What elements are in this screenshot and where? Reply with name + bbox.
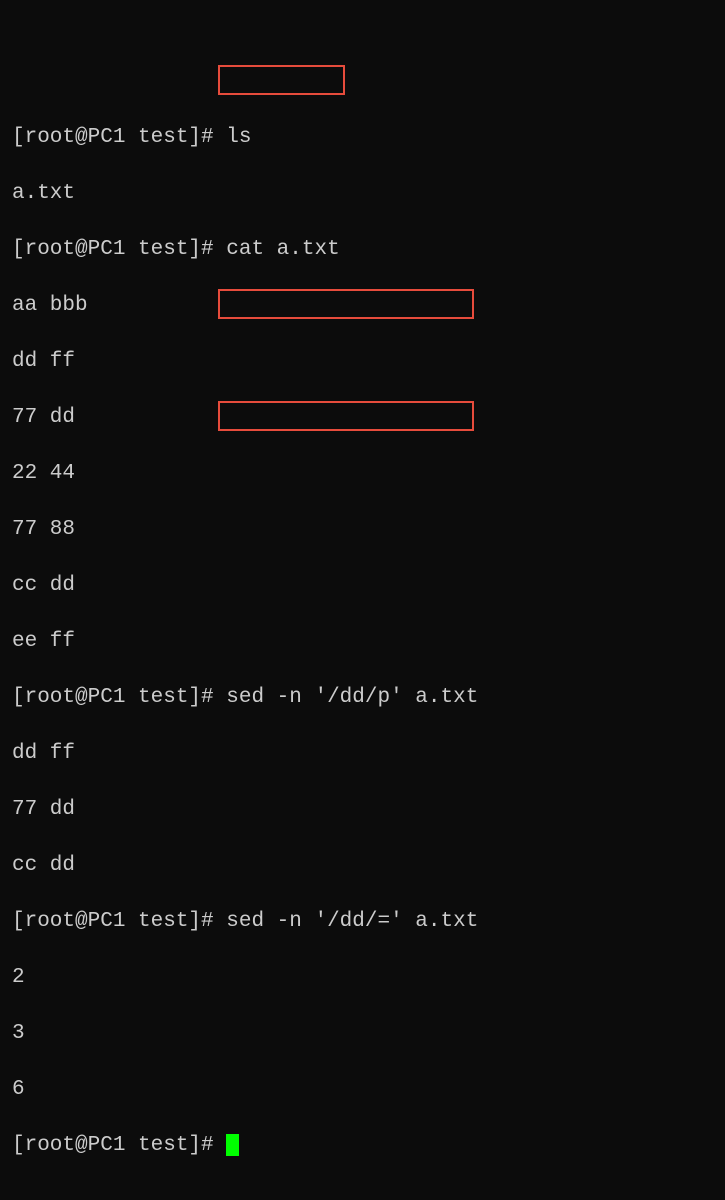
cat-output-line: cc dd [12, 572, 713, 600]
prompt: [root@PC1 test]# [12, 1134, 226, 1157]
prompt: [root@PC1 test]# [12, 910, 226, 933]
sed-eq-output-line: 6 [12, 1076, 713, 1104]
command-ls: ls [226, 126, 251, 149]
prompt-line-4: [root@PC1 test]# sed -n '/dd/=' a.txt [12, 908, 713, 936]
cat-output-line: aa bbb [12, 292, 713, 320]
highlight-box-cat [218, 65, 345, 95]
prompt-line-5[interactable]: [root@PC1 test]# [12, 1132, 713, 1160]
cat-output-line: 22 44 [12, 460, 713, 488]
prompt-line-3: [root@PC1 test]# sed -n '/dd/p' a.txt [12, 684, 713, 712]
sed-eq-output-line: 3 [12, 1020, 713, 1048]
cat-output-line: 77 88 [12, 516, 713, 544]
prompt: [root@PC1 test]# [12, 126, 226, 149]
prompt-line-2: [root@PC1 test]# cat a.txt [12, 236, 713, 264]
cursor-block [226, 1134, 239, 1156]
output-ls: a.txt [12, 180, 713, 208]
cat-output-line: ee ff [12, 628, 713, 656]
command-cat: cat a.txt [226, 238, 339, 261]
sed-eq-output-line: 2 [12, 964, 713, 992]
cat-output-line: dd ff [12, 348, 713, 376]
prompt: [root@PC1 test]# [12, 238, 226, 261]
sed-p-output-line: cc dd [12, 852, 713, 880]
command-sed-p: sed -n '/dd/p' a.txt [226, 686, 478, 709]
prompt: [root@PC1 test]# [12, 686, 226, 709]
sed-p-output-line: dd ff [12, 740, 713, 768]
prompt-line-1: [root@PC1 test]# ls [12, 124, 713, 152]
command-sed-eq: sed -n '/dd/=' a.txt [226, 910, 478, 933]
sed-p-output-line: 77 dd [12, 796, 713, 824]
cat-output-line: 77 dd [12, 404, 713, 432]
